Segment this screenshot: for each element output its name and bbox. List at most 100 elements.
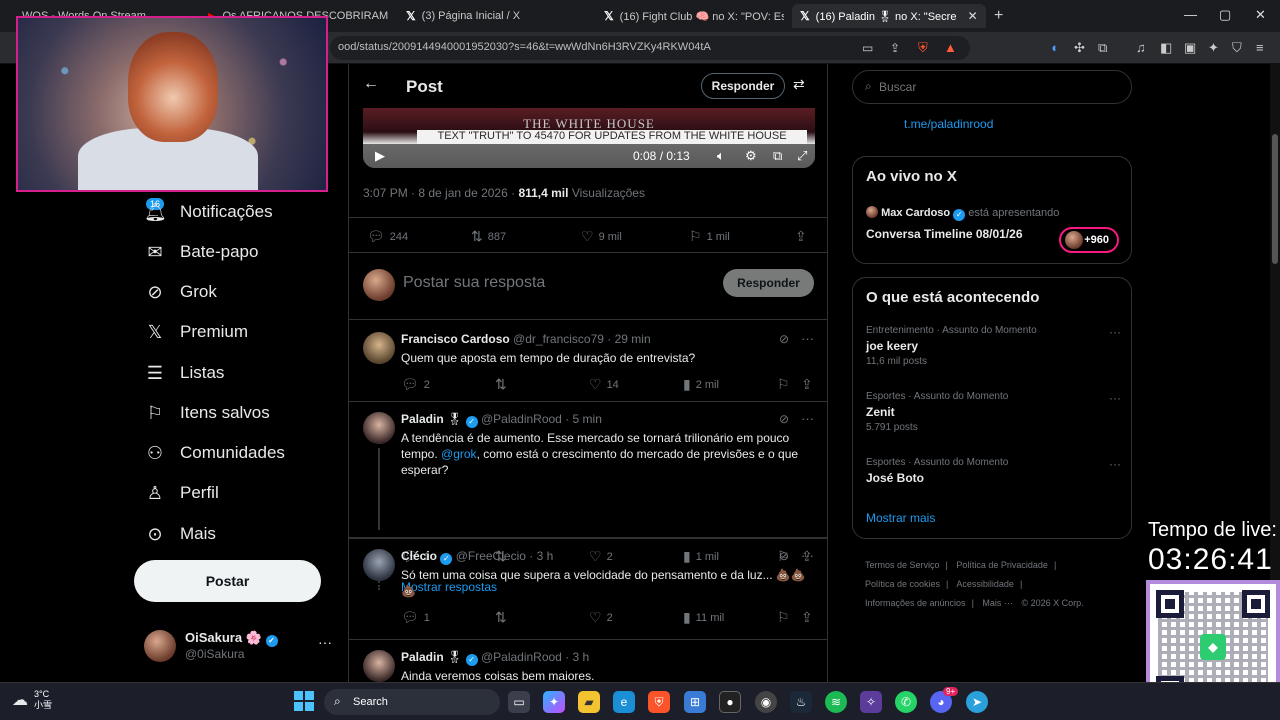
reply-action[interactable]: 💬︎ 1 [401,609,430,626]
more-icon[interactable]: ··· [801,411,814,426]
video-player[interactable]: THE WHITE HOUSE TEXT "TRUTH" TO 45470 FO… [363,108,815,168]
listener-count[interactable]: +960 [1059,227,1119,253]
sidebar-item-chat[interactable]: ✉ Bate-papo [144,236,258,268]
more-icon[interactable]: ··· [801,331,814,346]
address-bar[interactable]: ood/status/2009144940001952030?s=46&t=ww… [330,36,970,60]
leo-icon[interactable]: ✦ [1208,40,1219,56]
vpn-icon[interactable]: ⛉ [1232,40,1242,56]
minimize-button[interactable]: — [1184,7,1197,22]
close-window-button[interactable]: ✕ [1255,7,1266,23]
search-input[interactable] [879,80,1119,94]
reply-tweet[interactable]: Francisco Cardoso @dr_francisco79 · 29 m… [349,322,827,402]
browser-tab-active[interactable]: 𝕏 (16) Paladin 🎖 no X: "Secretária ✕ [792,4,986,28]
sidebar-item-grok[interactable]: ⊘ Grok [144,276,216,308]
steam-icon[interactable]: ♨ [790,691,812,713]
live-card[interactable]: Ao vivo no X Max Cardoso ✓ está apresent… [852,156,1132,264]
share-action[interactable]: ⇪ [801,609,813,626]
trend-item[interactable]: Esportes · Assunto do Momento Zenit 5.79… [866,391,1121,433]
copilot-icon[interactable]: ✦ [543,691,565,713]
more-icon[interactable]: ··· [1109,391,1121,405]
bookmark-action[interactable]: ⚐ [777,376,790,393]
sidebar-item-communities[interactable]: ⚇ Comunidades [144,437,285,469]
pip-icon[interactable]: ⧉ [773,148,782,164]
new-tab-button[interactable]: + [994,7,1003,25]
play-icon[interactable]: ▶ [375,148,385,164]
sidebar-item-more[interactable]: ⊙ Mais [144,518,215,550]
author-name[interactable]: Francisco Cardoso [401,332,510,346]
menu-icon[interactable]: ≡ [1256,40,1264,55]
more-icon[interactable]: ··· [1109,325,1121,339]
share-action[interactable]: ⇪ [795,228,807,245]
post-button[interactable]: Postar [134,560,321,602]
edge-icon[interactable]: e [613,691,635,713]
folder-icon[interactable]: ▰ [578,691,600,713]
sidebar-item-bookmarks[interactable]: ⚐ Itens salvos [144,397,270,429]
bookmark-action[interactable]: ⚐ [777,609,790,626]
sliders-icon[interactable]: ⇄ [793,76,805,93]
telegram-link[interactable]: t.me/paladinrood [904,117,993,131]
reply-tweet[interactable]: Paladin 🎖 ✓ @PaladinRood · 5 min ⊘ ··· A… [349,402,827,538]
reply-action[interactable]: 💬︎ 244 [367,228,408,245]
taskbar-search[interactable]: ⌕ Search [324,689,500,715]
repost-action[interactable]: ⇅ [495,376,507,393]
sidebar-icon[interactable]: ◧ [1160,40,1172,56]
cast-icon[interactable]: ▭ [862,41,873,55]
account-switcher[interactable]: OiSakura 🌸 ✓ @0iSakura ··· [144,628,339,664]
views-action[interactable]: ▮ 11 mil [683,609,724,626]
show-more-link[interactable]: Mostrar mais [866,511,935,525]
reply-button[interactable]: Responder [723,269,814,297]
audio-icon[interactable]: ◖ [1050,40,1058,55]
sidebar-item-premium[interactable]: 𝕏 Premium [144,316,248,348]
author-name[interactable]: Clécio [401,549,437,563]
screenshot-icon[interactable]: ⧉ [1098,40,1107,56]
back-arrow-icon[interactable]: ← [363,75,379,93]
sidebar-item-lists[interactable]: ☰ Listas [144,357,225,389]
task-view-icon[interactable]: ▭ [508,691,530,713]
reply-tweet[interactable]: Paladin 🎖 ✓ @PaladinRood · 3 h Ainda ver… [349,640,827,682]
footer-link[interactable]: Termos de Serviço [865,560,940,570]
sidebar-item-profile[interactable]: ♙ Perfil [144,477,219,509]
start-button[interactable] [294,691,314,711]
browser-tab[interactable]: 𝕏 (16) Fight Club 🧠 no X: "POV: Esp [596,4,784,28]
volume-icon[interactable]: 🔈︎ [717,148,725,164]
more-icon[interactable]: ··· [801,548,814,563]
repost-action[interactable]: ⇅ [495,609,507,626]
spotify-icon[interactable]: ≋ [825,691,847,713]
footer-link[interactable]: Política de Privacidade [956,560,1048,570]
more-icon[interactable]: ··· [318,634,332,650]
whatsapp-icon[interactable]: ✆ [895,691,917,713]
author-name[interactable]: Paladin [401,412,444,426]
brave-rewards-icon[interactable]: ▲ [944,40,957,55]
reply-tweet[interactable]: Clécio ✓ @FreeClecio · 3 h ⊘ ··· Só tem … [349,538,827,640]
bookmark-action[interactable]: ⚐ 1 mil [689,228,730,245]
like-action[interactable]: ♡ 9 mil [581,228,622,245]
fullscreen-icon[interactable]: ⤢ [797,148,807,164]
share-action[interactable]: ⇪ [801,376,813,393]
more-icon[interactable]: ··· [1109,457,1121,471]
chrome-icon[interactable]: ◉ [755,691,777,713]
reply-header-button[interactable]: Responder [701,73,785,99]
gear-icon[interactable]: ⚙ [745,148,757,164]
footer-link[interactable]: Informações de anúncios [865,598,966,608]
mention-link[interactable]: @grok [441,447,477,461]
reply-action[interactable]: 💬︎ 2 [401,376,430,393]
footer-link[interactable]: Política de cookies [865,579,940,589]
maximize-button[interactable]: ▢ [1219,7,1231,23]
weather-widget[interactable]: ☁ 3°C 小雪 [12,689,52,711]
extensions-icon[interactable]: ✣ [1074,40,1085,56]
grok-icon[interactable]: ⊘ [779,412,789,426]
views-action[interactable]: ▮ 2 mil [683,376,719,393]
store-icon[interactable]: ⊞ [684,691,706,713]
scrollbar-thumb[interactable] [1272,134,1278,264]
media-icon[interactable]: ♫ [1136,40,1146,55]
close-tab-icon[interactable]: ✕ [968,9,978,23]
repost-action[interactable]: ⇅ 887 [471,228,506,245]
wallet-icon[interactable]: ▣ [1184,40,1196,56]
obs-icon[interactable]: ● [719,691,741,713]
trend-item[interactable]: Entretenimento · Assunto do Momento joe … [866,325,1121,367]
browser-tab[interactable]: 𝕏 (3) Página Inicial / X [398,4,588,28]
search-box[interactable]: ⌕ [852,70,1132,104]
telegram-icon[interactable]: ➤ [966,691,988,713]
reply-input[interactable]: Postar sua resposta [403,274,545,292]
like-action[interactable]: ♡ 14 [589,376,619,393]
